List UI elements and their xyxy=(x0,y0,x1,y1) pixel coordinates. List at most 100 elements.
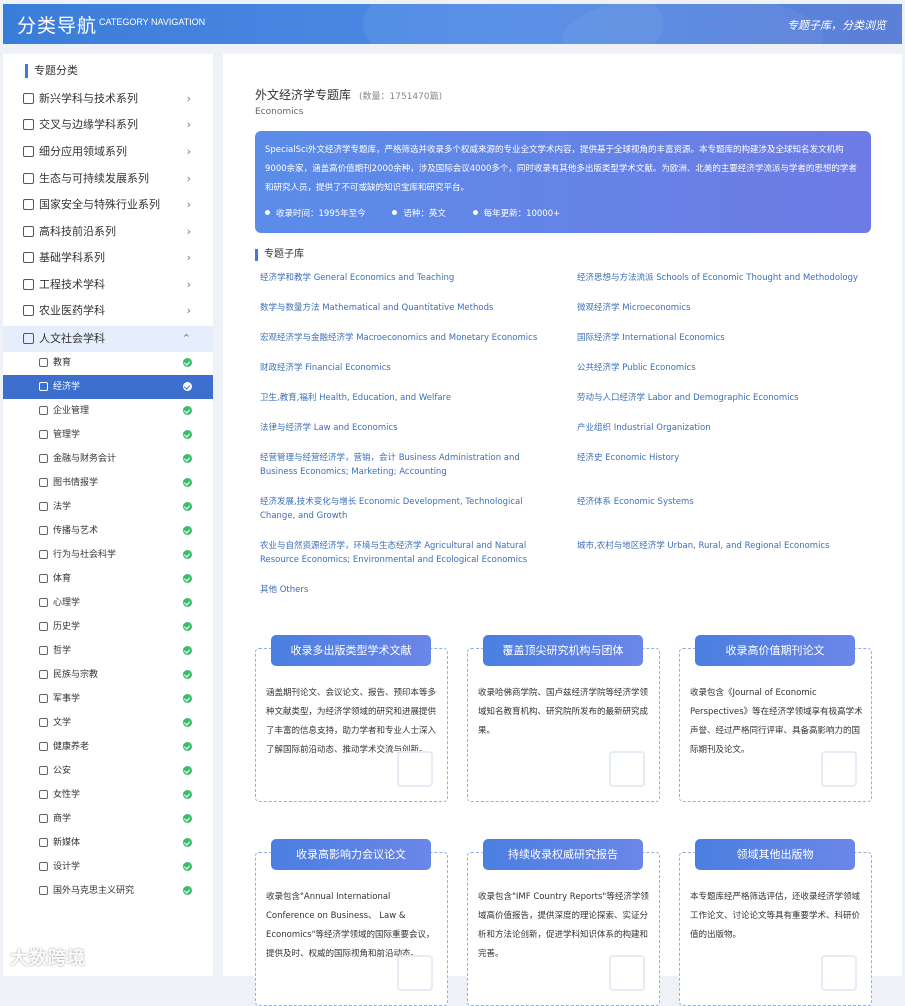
sidebar-subitem[interactable]: 女性学 xyxy=(3,783,213,807)
sidebar-subitem[interactable]: 公安 xyxy=(3,759,213,783)
sublibrary-link[interactable]: 经济学和教学 General Economics and Teaching xyxy=(260,271,550,285)
sidebar-category[interactable]: 国家安全与特殊行业系列 › xyxy=(3,192,213,218)
watermark-logo: 大数跨境 xyxy=(10,948,86,969)
sublibrary-link[interactable]: 经济发展,技术变化与增长 Economic Development, Techn… xyxy=(260,495,550,523)
feature-card: 收录多出版类型学术文献 涵盖期刊论文、会议论文、报告、预印本等多种文献类型，为经济… xyxy=(255,635,448,802)
sidebar-subitem[interactable]: 军事学 xyxy=(3,687,213,711)
sidebar-subitem[interactable]: 企业管理 xyxy=(3,399,213,423)
sidebar-subitem[interactable]: 国外马克思主义研究 xyxy=(3,879,213,903)
sidebar-category[interactable]: 人文社会学科 ⌃ xyxy=(3,326,213,352)
sidebar-subitem[interactable]: 金融与财务会计 xyxy=(3,447,213,471)
check-circle-icon xyxy=(183,718,192,727)
sublibrary-link[interactable]: 其他 Others xyxy=(260,583,550,597)
sublibrary-link[interactable]: 宏观经济学与金融经济学 Macroeconomics and Monetary … xyxy=(260,331,550,345)
library-count: (数量：1751470篇) xyxy=(359,92,443,102)
check-circle-icon xyxy=(183,814,192,823)
sidebar-category-label: 工程技术学科 xyxy=(39,278,105,291)
check-circle-icon xyxy=(183,574,192,583)
manager-icon xyxy=(39,430,48,439)
sidebar-subitem[interactable]: 教育 xyxy=(3,351,213,375)
female-icon xyxy=(39,790,48,799)
diamond-icon xyxy=(23,252,34,263)
book-icon xyxy=(39,718,48,727)
sublibrary-link[interactable]: 国际经济学 International Economics xyxy=(577,331,867,345)
sidebar-subitem[interactable]: 法学 xyxy=(3,495,213,519)
sidebar-subitem[interactable]: 文学 xyxy=(3,711,213,735)
chart-icon xyxy=(397,955,433,991)
check-circle-icon xyxy=(183,526,192,535)
sidebar-subitem-label: 体育 xyxy=(53,574,72,584)
sidebar-category[interactable]: 工程技术学科 › xyxy=(3,272,213,298)
sidebar-category[interactable]: 农业医药学科 › xyxy=(3,298,213,324)
chevron-right-icon: › xyxy=(186,145,191,158)
sidebar-subitem[interactable]: 传播与艺术 xyxy=(3,519,213,543)
sublibrary-link[interactable]: 农业与自然资源经济学，环境与生态经济学 Agricultural and Nat… xyxy=(260,539,550,567)
check-circle-icon xyxy=(183,862,192,871)
check-circle-icon xyxy=(183,670,192,679)
sublibrary-link[interactable]: 法律与经济学 Law and Economics xyxy=(260,421,550,435)
sidebar-subitem[interactable]: 商学 xyxy=(3,807,213,831)
atom-icon xyxy=(23,93,34,104)
sublibrary-link[interactable]: 产业组织 Industrial Organization xyxy=(577,421,867,435)
sublibrary-link[interactable]: 数学与数量方法 Mathematical and Quantitative Me… xyxy=(260,301,550,315)
people-icon xyxy=(39,550,48,559)
check-circle-icon xyxy=(183,598,192,607)
feature-card-body: 本专题库经严格筛选评估，还收录经济学领域工作论文、讨论论文等具有重要学术、科研价… xyxy=(690,892,861,940)
sidebar-subitem[interactable]: 心理学 xyxy=(3,591,213,615)
feature-card-body: 涵盖期刊论文、会议论文、报告、预印本等多种文献类型，为经济学领域的研究和进展提供… xyxy=(266,688,437,755)
sublibrary-link[interactable]: 经济体系 Economic Systems xyxy=(577,495,867,509)
economics-icon xyxy=(39,382,48,391)
grid-icon xyxy=(23,146,34,157)
sidebar-subitem-label: 健康养老 xyxy=(53,742,90,752)
sidebar-subitem-label: 管理学 xyxy=(53,430,81,440)
sidebar-subitem[interactable]: 行为与社会科学 xyxy=(3,543,213,567)
sidebar-subitem-label: 军事学 xyxy=(53,694,81,704)
sublibrary-link[interactable]: 卫生,教育,福利 Health, Education, and Welfare xyxy=(260,391,550,405)
sidebar-subitem[interactable]: 图书情报学 xyxy=(3,471,213,495)
sidebar-subitem[interactable]: 设计学 xyxy=(3,855,213,879)
network-icon xyxy=(821,751,857,787)
check-circle-icon xyxy=(183,838,192,847)
feature-card-title: 收录高价值期刊论文 xyxy=(695,635,855,666)
shield-icon xyxy=(23,199,34,210)
sidebar-subitem[interactable]: 健康养老 xyxy=(3,735,213,759)
sidebar-category[interactable]: 高科技前沿系列 › xyxy=(3,219,213,245)
sidebar-category-label: 交叉与边缘学科系列 xyxy=(39,118,138,131)
building-icon xyxy=(23,333,34,344)
sidebar-subitem[interactable]: 体育 xyxy=(3,567,213,591)
sublibrary-link[interactable]: 城市,农村与地区经济学 Urban, Rural, and Regional E… xyxy=(577,539,867,553)
sublibrary-link[interactable]: 财政经济学 Financial Economics xyxy=(260,361,550,375)
check-circle-icon xyxy=(183,358,192,367)
sidebar-category[interactable]: 新兴学科与技术系列 › xyxy=(3,86,213,112)
sublibrary-link[interactable]: 经济思想与方法流派 Schools of Economic Thought an… xyxy=(577,271,867,285)
sublibrary-link[interactable]: 微观经济学 Microeconomics xyxy=(577,301,867,315)
people-icon xyxy=(609,751,645,787)
heart-icon xyxy=(39,598,48,607)
military-icon xyxy=(39,694,48,703)
sublibrary-link[interactable]: 公共经济学 Public Economics xyxy=(577,361,867,375)
sidebar-subitem[interactable]: 民族与宗教 xyxy=(3,663,213,687)
sublibrary-link[interactable]: 经营管理与经营经济学，营销，会计 Business Administration… xyxy=(260,451,550,479)
sidebar-category[interactable]: 基础学科系列 › xyxy=(3,245,213,271)
sublibrary-link[interactable]: 经济史 Economic History xyxy=(577,451,867,465)
sublibrary-link[interactable]: 劳动与人口经济学 Labor and Demographic Economics xyxy=(577,391,867,405)
sidebar-subitem[interactable]: 哲学 xyxy=(3,639,213,663)
meta-coverage: 收录时间：1995年至今 xyxy=(265,209,366,219)
sidebar-category[interactable]: 生态与可持续发展系列 › xyxy=(3,166,213,192)
sidebar-subitem[interactable]: 新媒体 xyxy=(3,831,213,855)
chevron-right-icon: › xyxy=(186,92,191,105)
sidebar-subitem[interactable]: 管理学 xyxy=(3,423,213,447)
sidebar-subitem[interactable]: 历史学 xyxy=(3,615,213,639)
sidebar-category[interactable]: 细分应用领域系列 › xyxy=(3,139,213,165)
sidebar-subitem-label: 商学 xyxy=(53,814,72,824)
header-slogan: 专题子库，分类浏览 xyxy=(787,19,886,32)
history-icon xyxy=(39,622,48,631)
page-title: 分类导航 xyxy=(17,15,98,37)
sidebar-subitem[interactable]: 经济学 xyxy=(3,375,213,399)
chevron-right-icon: › xyxy=(186,172,191,185)
home-icon xyxy=(39,742,48,751)
sports-icon xyxy=(39,574,48,583)
library-title: 外文经济学专题库 xyxy=(255,88,352,102)
feature-card-title: 领域其他出版物 xyxy=(695,839,855,870)
sidebar-category[interactable]: 交叉与边缘学科系列 › xyxy=(3,112,213,138)
